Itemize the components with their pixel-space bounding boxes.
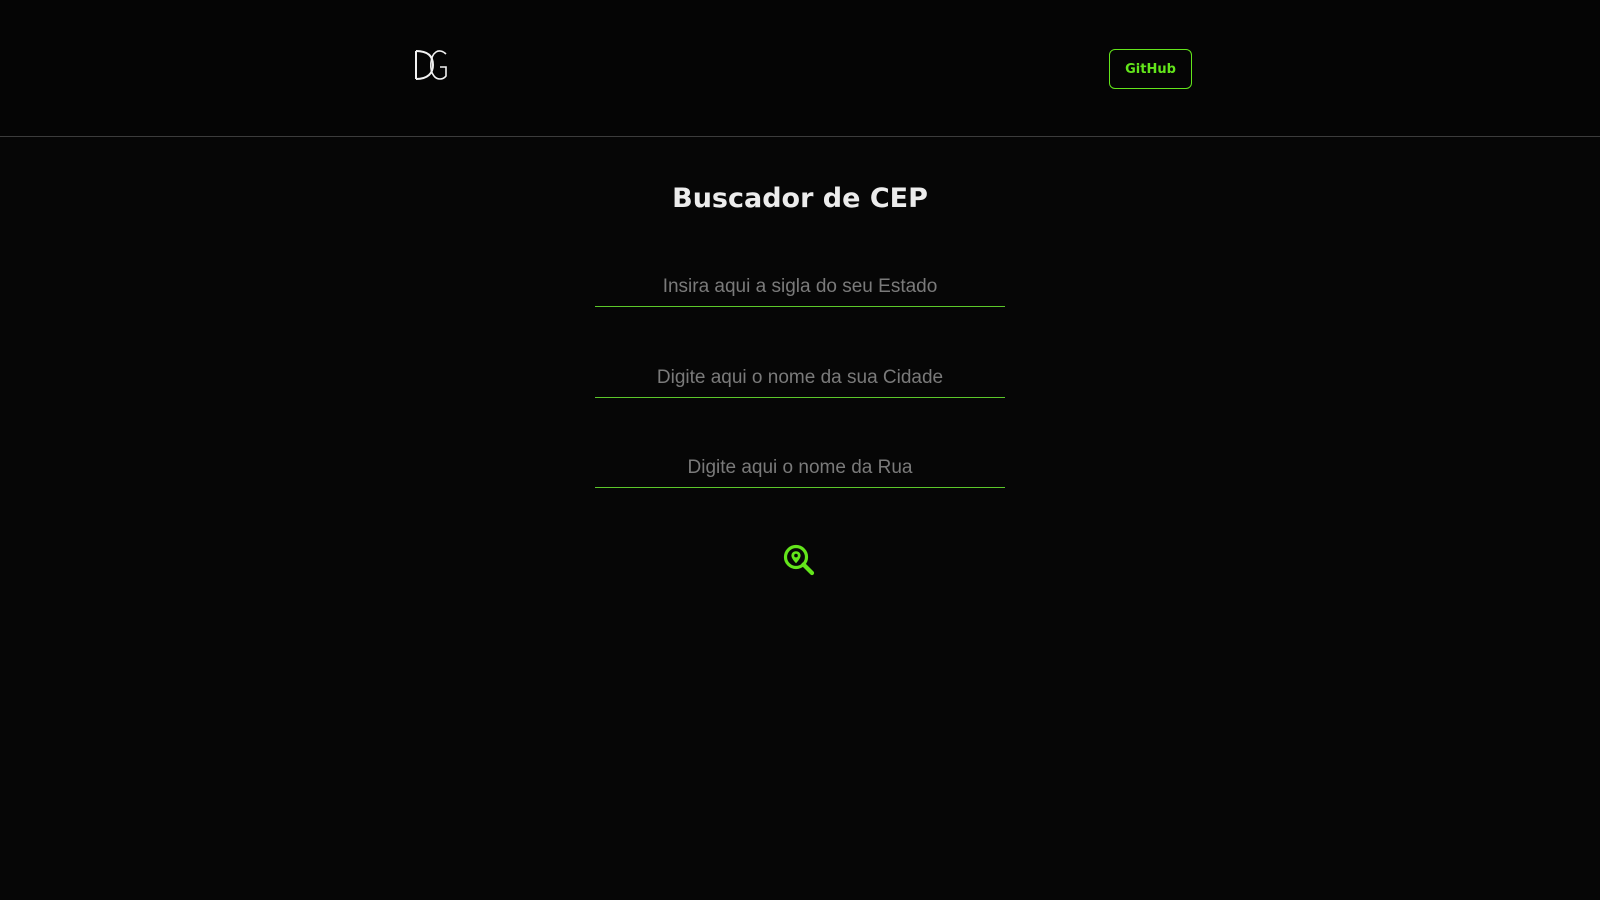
github-button[interactable]: GitHub xyxy=(1109,49,1192,89)
dg-logo-icon[interactable] xyxy=(413,48,449,82)
page: GitHub Buscador de CEP xyxy=(0,0,1600,900)
estado-input[interactable] xyxy=(595,267,1005,307)
page-title: Buscador de CEP xyxy=(672,183,928,214)
rua-input[interactable] xyxy=(595,448,1005,488)
main-content: Buscador de CEP xyxy=(0,137,1600,900)
cidade-input[interactable] xyxy=(595,358,1005,398)
search-location-icon xyxy=(783,544,815,576)
search-button[interactable] xyxy=(783,544,817,578)
header: GitHub xyxy=(0,0,1600,137)
